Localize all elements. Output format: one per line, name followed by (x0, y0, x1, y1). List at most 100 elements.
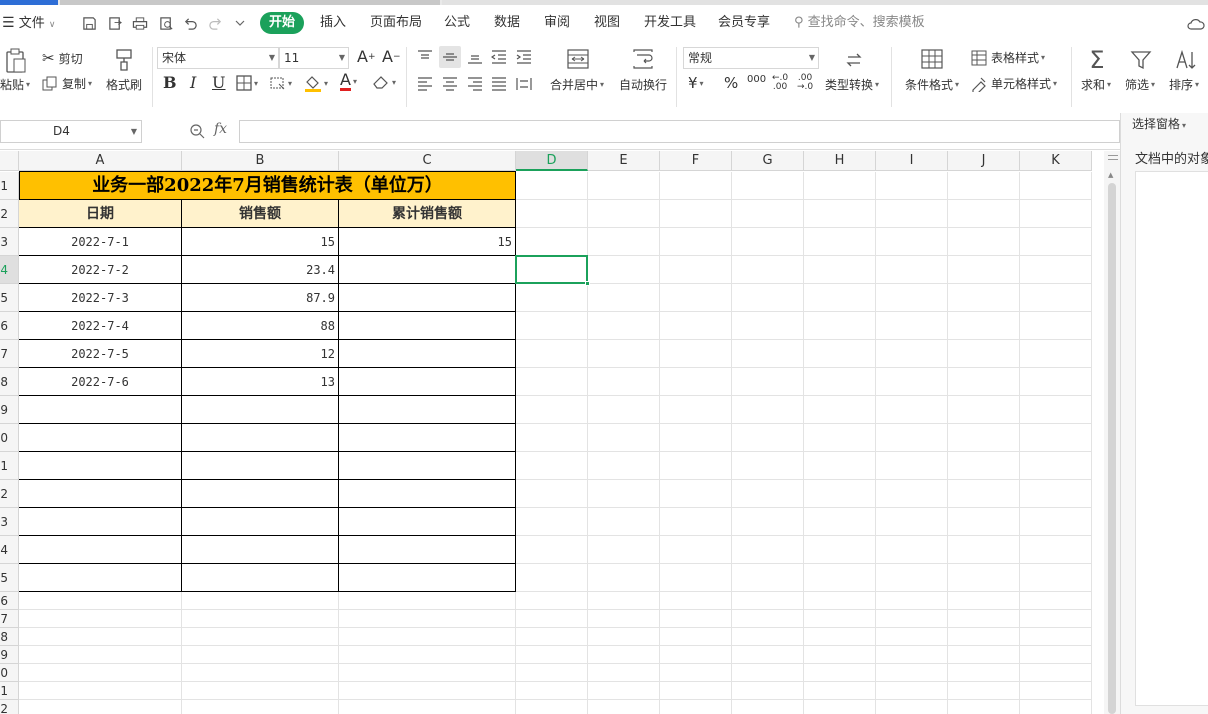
cell-i1[interactable] (876, 172, 948, 200)
sheet-title-cell[interactable]: 业务一部2022年7月销售统计表（单位万） (19, 171, 516, 200)
fill-color-button[interactable]: ▾ (304, 74, 328, 92)
cell-b12[interactable] (182, 480, 339, 508)
cell-e3[interactable] (588, 228, 660, 256)
cell-c12[interactable] (339, 480, 516, 508)
cell-d13[interactable] (516, 508, 588, 536)
row-header-14[interactable]: 14 (0, 536, 19, 564)
cell-h6[interactable] (804, 312, 876, 340)
export-icon[interactable] (106, 14, 124, 32)
row-header-4[interactable]: 4 (0, 256, 19, 284)
cell-i8[interactable] (876, 368, 948, 396)
cell-f2[interactable] (660, 200, 732, 228)
cell-h4[interactable] (804, 256, 876, 284)
cell-f7[interactable] (660, 340, 732, 368)
column-header-c[interactable]: C (339, 151, 516, 171)
cell-k4[interactable] (1020, 256, 1092, 284)
cell-e6[interactable] (588, 312, 660, 340)
cell-c20[interactable] (339, 664, 516, 682)
cell-f13[interactable] (660, 508, 732, 536)
cell-j6[interactable] (948, 312, 1020, 340)
cell-g16[interactable] (732, 592, 804, 610)
cell-i7[interactable] (876, 340, 948, 368)
row-header-2[interactable]: 2 (0, 200, 19, 228)
cell-k18[interactable] (1020, 628, 1092, 646)
cell-e7[interactable] (588, 340, 660, 368)
italic-button[interactable]: I (190, 73, 196, 92)
row-header-19[interactable]: 19 (0, 646, 19, 664)
active-cell-selection[interactable] (515, 255, 590, 286)
column-header-f[interactable]: F (660, 151, 732, 171)
cell-i14[interactable] (876, 536, 948, 564)
cell-i19[interactable] (876, 646, 948, 664)
cell-i22[interactable] (876, 700, 948, 714)
cell-i2[interactable] (876, 200, 948, 228)
cell-d6[interactable] (516, 312, 588, 340)
cell-b3[interactable]: 15 (182, 228, 339, 256)
cell-g15[interactable] (732, 564, 804, 592)
cell-d11[interactable] (516, 452, 588, 480)
conditional-format-button[interactable]: 条件格式 ▾ (905, 76, 959, 93)
tab-data[interactable]: 数据 (494, 5, 520, 41)
column-header-k[interactable]: K (1020, 151, 1092, 171)
save-icon[interactable] (80, 14, 98, 32)
filter-button[interactable]: 筛选 ▾ (1125, 76, 1155, 93)
cell-e21[interactable] (588, 682, 660, 700)
cell-c2[interactable]: 累计销售额 (339, 200, 516, 228)
cell-b20[interactable] (182, 664, 339, 682)
justify-icon[interactable] (490, 75, 508, 93)
tab-insert[interactable]: 插入 (320, 5, 346, 41)
cell-b19[interactable] (182, 646, 339, 664)
cell-i9[interactable] (876, 396, 948, 424)
percent-button[interactable]: % (724, 74, 738, 92)
cell-j12[interactable] (948, 480, 1020, 508)
cell-d16[interactable] (516, 592, 588, 610)
tab-view[interactable]: 视图 (594, 5, 620, 41)
row-header-15[interactable]: 15 (0, 564, 19, 592)
cut-button[interactable]: ✂ 剪切 (42, 49, 83, 67)
cell-a3[interactable]: 2022-7-1 (19, 228, 182, 256)
cell-d9[interactable] (516, 396, 588, 424)
cell-b16[interactable] (182, 592, 339, 610)
paste-icon[interactable] (4, 47, 28, 75)
row-header-22[interactable]: 22 (0, 700, 19, 714)
paste-button[interactable]: 粘贴 ▾ (0, 76, 30, 93)
cell-c19[interactable] (339, 646, 516, 664)
cell-c14[interactable] (339, 536, 516, 564)
cell-j11[interactable] (948, 452, 1020, 480)
font-color-button[interactable]: A ▾ (340, 72, 357, 91)
cell-j1[interactable] (948, 172, 1020, 200)
row-header-3[interactable]: 3 (0, 228, 19, 256)
file-menu[interactable]: ☰ 文件 ∨ (2, 5, 55, 41)
cell-e15[interactable] (588, 564, 660, 592)
cell-k10[interactable] (1020, 424, 1092, 452)
cell-d3[interactable] (516, 228, 588, 256)
column-header-j[interactable]: J (948, 151, 1020, 171)
column-header-h[interactable]: H (804, 151, 876, 171)
name-box[interactable]: D4 ▼ (0, 120, 142, 143)
cell-c15[interactable] (339, 564, 516, 592)
scroll-thumb[interactable] (1108, 183, 1116, 714)
select-all-corner[interactable] (0, 151, 19, 171)
cell-j8[interactable] (948, 368, 1020, 396)
cell-d12[interactable] (516, 480, 588, 508)
distributed-align-icon[interactable] (515, 75, 533, 93)
row-header-11[interactable]: 11 (0, 452, 19, 480)
formula-input[interactable] (239, 120, 1120, 143)
cell-j14[interactable] (948, 536, 1020, 564)
cell-g8[interactable] (732, 368, 804, 396)
cell-e9[interactable] (588, 396, 660, 424)
cell-e13[interactable] (588, 508, 660, 536)
cell-e8[interactable] (588, 368, 660, 396)
table-style-button[interactable]: 表格样式 ▾ (971, 49, 1045, 66)
cell-b15[interactable] (182, 564, 339, 592)
cell-h16[interactable] (804, 592, 876, 610)
more-dropdown-icon[interactable] (232, 14, 248, 32)
cell-f12[interactable] (660, 480, 732, 508)
cell-g6[interactable] (732, 312, 804, 340)
cell-i20[interactable] (876, 664, 948, 682)
cell-c6[interactable] (339, 312, 516, 340)
cell-k1[interactable] (1020, 172, 1092, 200)
column-header-i[interactable]: I (876, 151, 948, 171)
cell-f1[interactable] (660, 172, 732, 200)
cell-a7[interactable]: 2022-7-5 (19, 340, 182, 368)
